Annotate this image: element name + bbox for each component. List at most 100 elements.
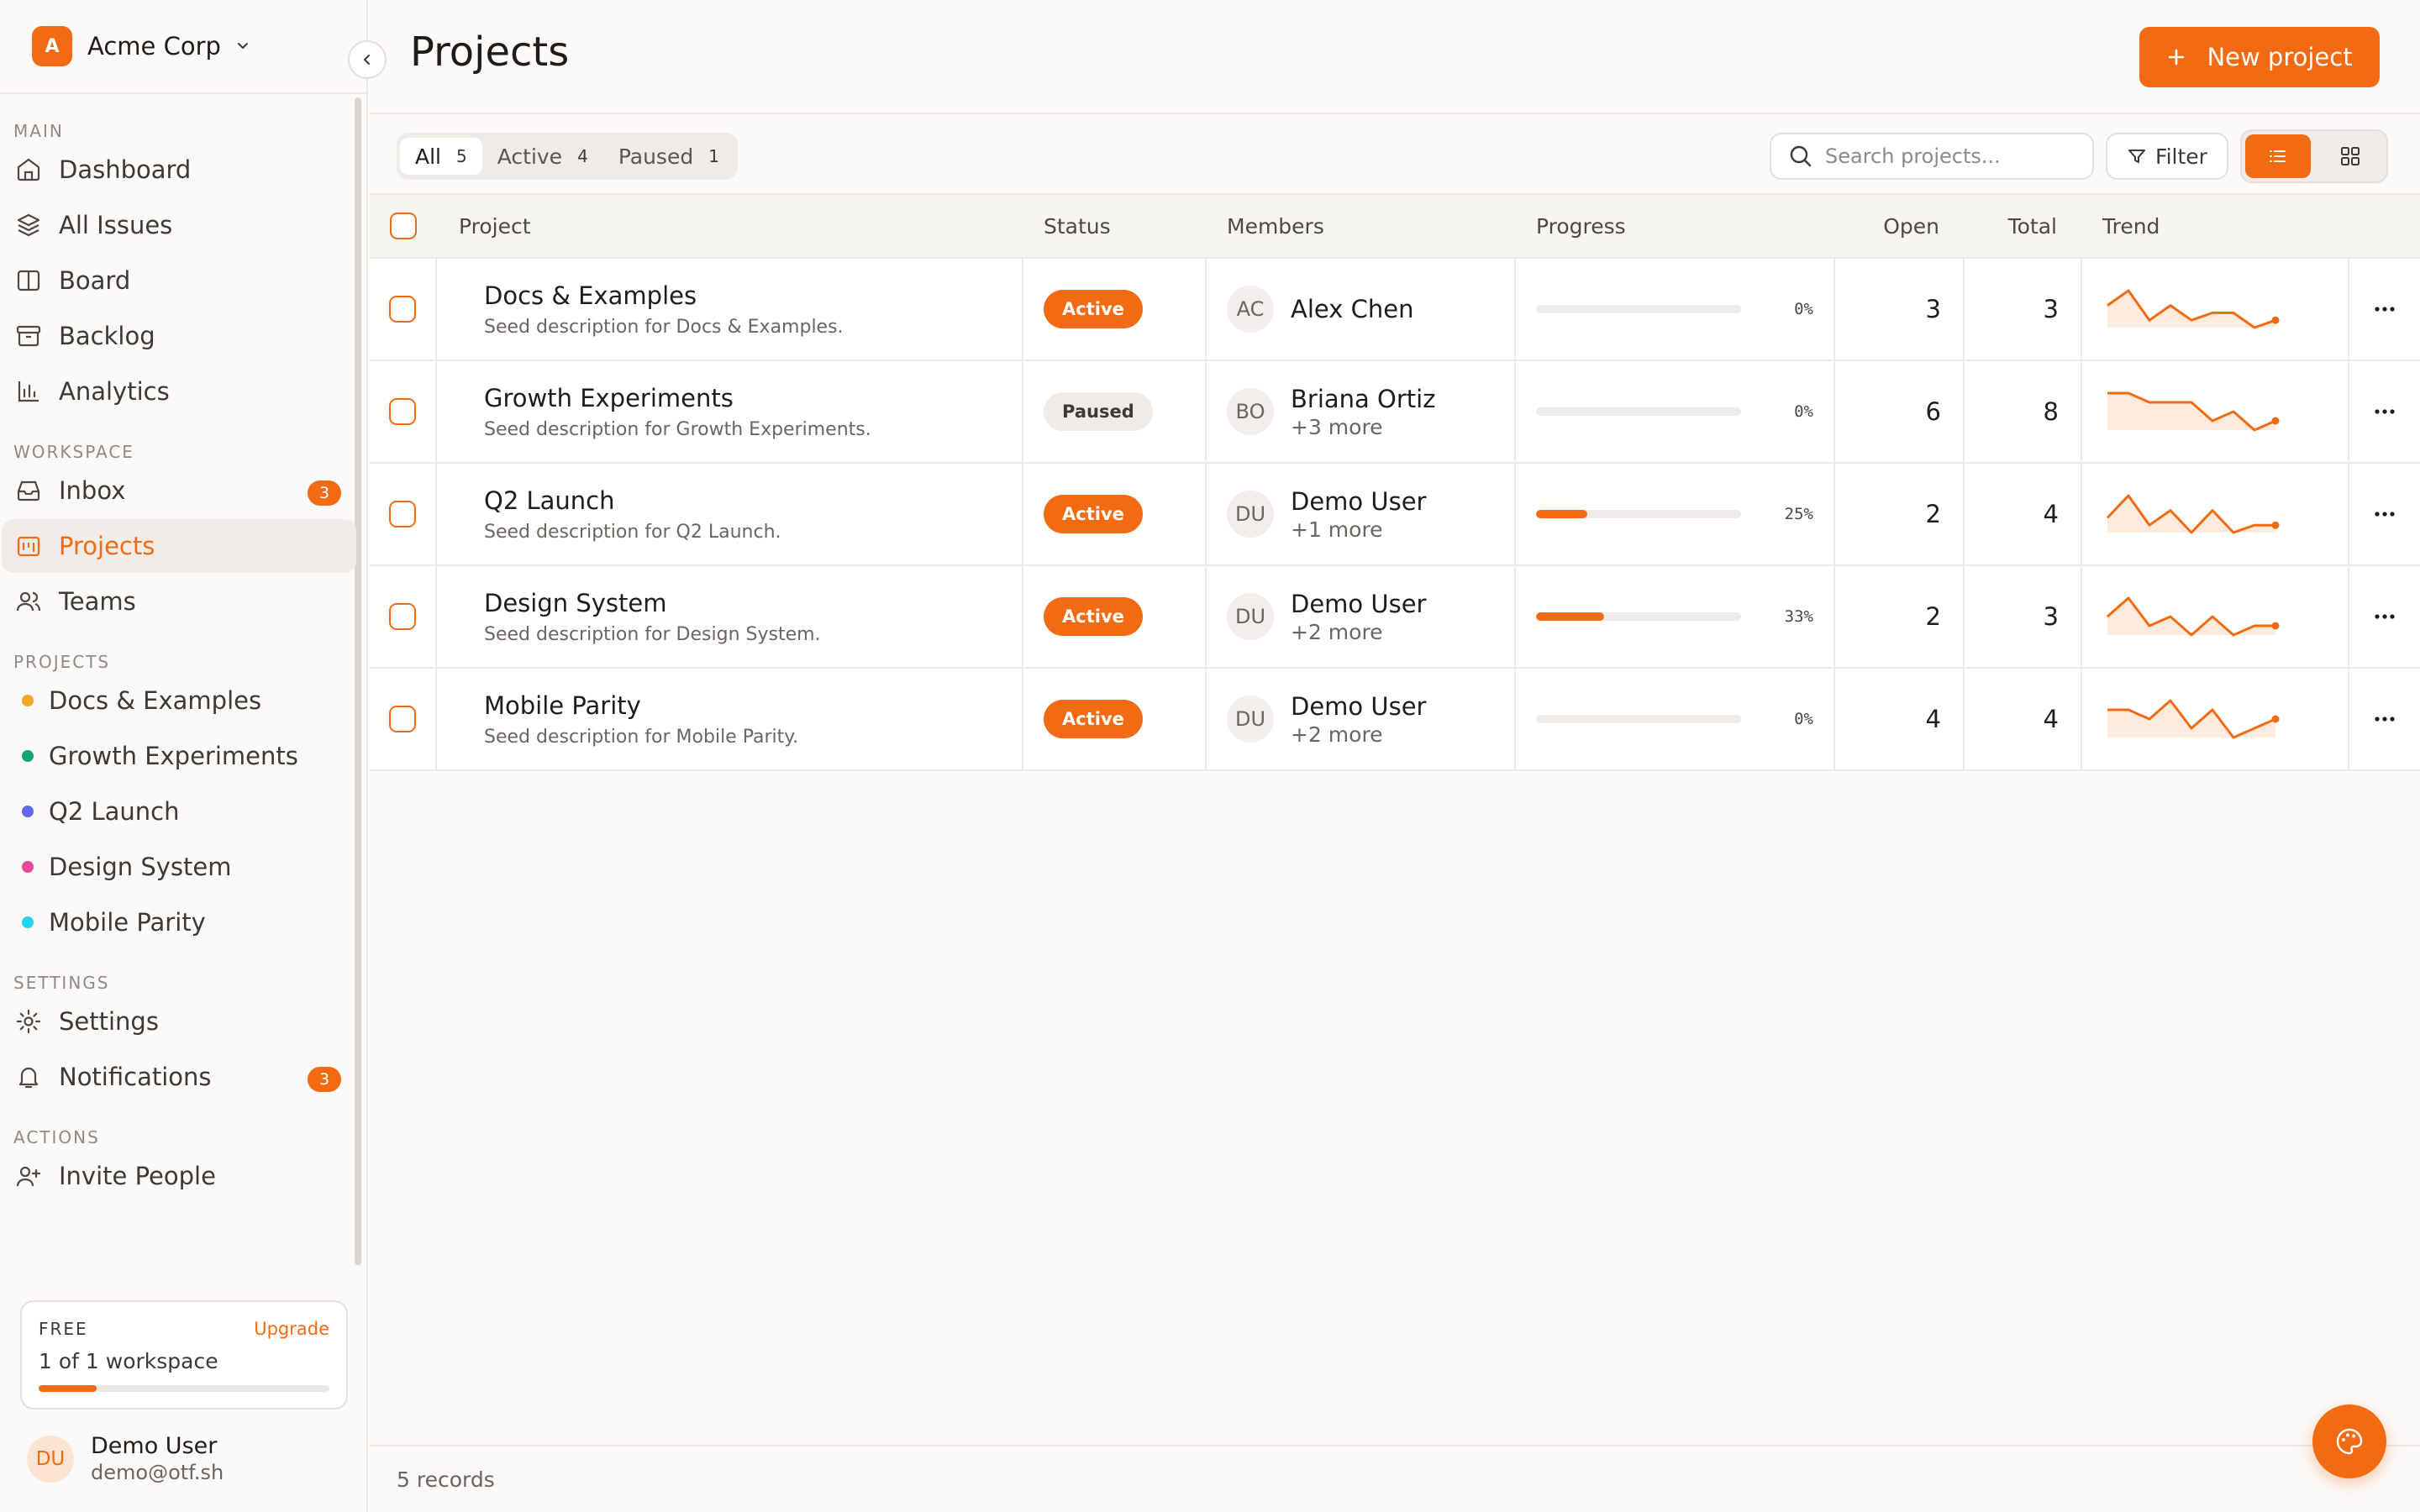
section-label: PROJECTS	[13, 652, 111, 672]
project-cell[interactable]: Q2 Launch Seed description for Q2 Launch.	[437, 464, 1023, 564]
status-filter-tabs: All 5 Active 4 Paused 1	[397, 133, 738, 180]
column-header-progress[interactable]: Progress	[1516, 195, 1835, 257]
sidebar-item-board[interactable]: Board	[2, 254, 356, 307]
theme-button[interactable]	[2312, 1404, 2386, 1478]
tab-all[interactable]: All 5	[400, 138, 482, 175]
trend-sparkline	[2107, 699, 2280, 739]
sidebar-item-projects[interactable]: Projects	[2, 519, 356, 573]
table-row[interactable]: Design System Seed description for Design…	[370, 566, 2420, 669]
table-row[interactable]: Growth Experiments Seed description for G…	[370, 361, 2420, 464]
main-content: Projects New project All 5 Active 4 Paused 1 …	[370, 0, 2420, 1512]
search-icon	[1788, 144, 1813, 169]
table-row[interactable]: Docs & Examples Seed description for Docs…	[370, 259, 2420, 361]
row-actions-button[interactable]	[2349, 464, 2420, 564]
row-select-cell	[370, 669, 437, 769]
board-icon	[15, 267, 42, 294]
sidebar-nav: MAIN Dashboard All Issues Board Backlog Analy…	[0, 94, 361, 1284]
sidebar-item-label: Notifications	[59, 1063, 212, 1091]
filter-icon	[2127, 146, 2147, 166]
row-actions-button[interactable]	[2349, 259, 2420, 360]
member-avatar: DU	[1227, 491, 1274, 538]
trend-cell	[2082, 259, 2349, 360]
user-menu[interactable]: DU Demo User demo@otf.sh	[27, 1433, 224, 1484]
column-header-open[interactable]: Open	[1835, 195, 1965, 257]
row-actions-button[interactable]	[2349, 361, 2420, 462]
status-cell: Active	[1023, 259, 1207, 360]
sidebar-item-backlog[interactable]: Backlog	[2, 309, 356, 363]
sidebar-item-inbox[interactable]: Inbox 3	[2, 464, 356, 517]
members-cell[interactable]: DU Demo User +1 more	[1207, 464, 1516, 564]
user-name: Demo User	[91, 1433, 218, 1459]
row-checkbox[interactable]	[389, 501, 416, 528]
project-name[interactable]: Design System	[484, 589, 821, 617]
row-actions-button[interactable]	[2349, 566, 2420, 667]
members-cell[interactable]: AC Alex Chen	[1207, 259, 1516, 360]
members-cell[interactable]: BO Briana Ortiz +3 more	[1207, 361, 1516, 462]
project-name[interactable]: Mobile Parity	[484, 691, 798, 720]
sidebar-item-design-system[interactable]: Design System	[2, 840, 356, 894]
plus-icon	[2166, 47, 2186, 67]
open-count: 3	[1835, 259, 1965, 360]
workspace-switcher[interactable]: A Acme Corp	[0, 0, 366, 94]
sidebar-item-label: Mobile Parity	[49, 908, 206, 937]
table-row[interactable]: Mobile Parity Seed description for Mobile…	[370, 669, 2420, 771]
collapse-sidebar-button[interactable]	[348, 40, 387, 79]
tab-paused[interactable]: Paused 1	[603, 138, 734, 175]
column-header-total[interactable]: Total	[1965, 195, 2082, 257]
sidebar-item-q2-launch[interactable]: Q2 Launch	[2, 785, 356, 838]
member-avatar: DU	[1227, 593, 1274, 640]
select-all-checkbox[interactable]	[390, 213, 417, 239]
sidebar-item-analytics[interactable]: Analytics	[2, 365, 356, 418]
section-label: SETTINGS	[13, 973, 110, 993]
project-name[interactable]: Docs & Examples	[484, 281, 844, 310]
progress-cell: 33%	[1516, 566, 1835, 667]
sidebar-item-docs-and-examples[interactable]: Docs & Examples	[2, 674, 356, 727]
sidebar-item-label: Dashboard	[59, 155, 192, 184]
filter-button[interactable]: Filter	[2106, 133, 2228, 180]
row-checkbox[interactable]	[389, 398, 416, 425]
project-cell[interactable]: Growth Experiments Seed description for G…	[437, 361, 1023, 462]
count-badge: 3	[308, 480, 341, 506]
sidebar-item-growth-experiments[interactable]: Growth Experiments	[2, 729, 356, 783]
row-select-cell	[370, 566, 437, 667]
trend-last-point	[2271, 521, 2280, 529]
tab-label: Paused	[618, 144, 694, 169]
row-actions-button[interactable]	[2349, 669, 2420, 769]
search-box[interactable]	[1770, 133, 2094, 180]
total-count: 3	[1965, 566, 2082, 667]
sidebar-item-invite-people[interactable]: Invite People	[2, 1149, 356, 1203]
sidebar-item-dashboard[interactable]: Dashboard	[2, 143, 356, 197]
upgrade-link[interactable]: Upgrade	[254, 1319, 329, 1339]
column-header-members[interactable]: Members	[1207, 195, 1516, 257]
section-label: MAIN	[13, 121, 64, 141]
row-checkbox[interactable]	[389, 706, 416, 732]
project-name[interactable]: Growth Experiments	[484, 384, 871, 412]
project-description: Seed description for Design System.	[484, 623, 821, 645]
members-cell[interactable]: DU Demo User +2 more	[1207, 566, 1516, 667]
project-cell[interactable]: Mobile Parity Seed description for Mobile…	[437, 669, 1023, 769]
table-row[interactable]: Q2 Launch Seed description for Q2 Launch.…	[370, 464, 2420, 566]
project-cell[interactable]: Design System Seed description for Design…	[437, 566, 1023, 667]
sidebar-item-notifications[interactable]: Notifications 3	[2, 1050, 356, 1104]
sidebar-item-mobile-parity[interactable]: Mobile Parity	[2, 895, 356, 949]
more-horizontal-icon	[2374, 510, 2396, 518]
list-view-button[interactable]	[2245, 134, 2311, 178]
row-checkbox[interactable]	[389, 296, 416, 323]
column-header-status[interactable]: Status	[1023, 195, 1207, 257]
sidebar-item-all-issues[interactable]: All Issues	[2, 198, 356, 252]
tab-active[interactable]: Active 4	[482, 138, 603, 175]
grid-view-button[interactable]	[2317, 134, 2383, 178]
project-name[interactable]: Q2 Launch	[484, 486, 781, 515]
column-header-project[interactable]: Project	[437, 195, 1023, 257]
search-input[interactable]	[1825, 144, 2077, 168]
members-cell[interactable]: DU Demo User +2 more	[1207, 669, 1516, 769]
new-project-button[interactable]: New project	[2139, 27, 2380, 87]
project-cell[interactable]: Docs & Examples Seed description for Docs…	[437, 259, 1023, 360]
sidebar-item-teams[interactable]: Teams	[2, 575, 356, 628]
member-name: Demo User	[1291, 691, 1427, 721]
sidebar-item-label: Inbox	[59, 476, 126, 505]
plan-card: FREE Upgrade 1 of 1 workspace	[20, 1300, 348, 1410]
plan-usage-bar	[39, 1385, 329, 1392]
row-checkbox[interactable]	[389, 603, 416, 630]
sidebar-item-settings[interactable]: Settings	[2, 995, 356, 1048]
